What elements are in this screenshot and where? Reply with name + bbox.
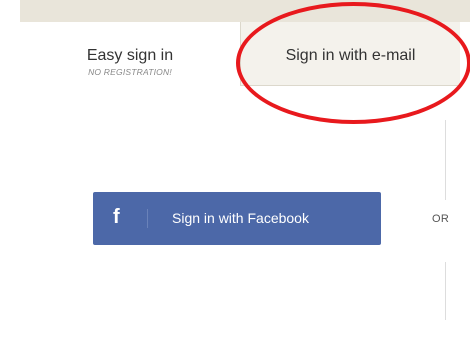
or-separator: OR xyxy=(432,213,450,225)
button-divider xyxy=(147,209,148,228)
tab-sign-in-with-email-label: Sign in with e-mail xyxy=(285,47,416,64)
separator-line-bottom xyxy=(445,262,446,320)
tab-easy-sign-in-label: Easy sign in xyxy=(86,47,174,64)
tab-easy-sign-in-sublabel: NO REGISTRATION! xyxy=(88,67,172,77)
facebook-sign-in-button[interactable]: f Sign in with Facebook xyxy=(93,192,381,245)
separator-line-top xyxy=(445,120,446,200)
facebook-sign-in-label: Sign in with Facebook xyxy=(172,210,309,226)
page-margin xyxy=(0,0,20,339)
facebook-icon: f xyxy=(113,206,120,228)
tab-sign-in-with-email[interactable]: Sign in with e-mail xyxy=(240,22,460,86)
tab-easy-sign-in[interactable]: Easy sign in NO REGISTRATION! xyxy=(20,22,240,86)
